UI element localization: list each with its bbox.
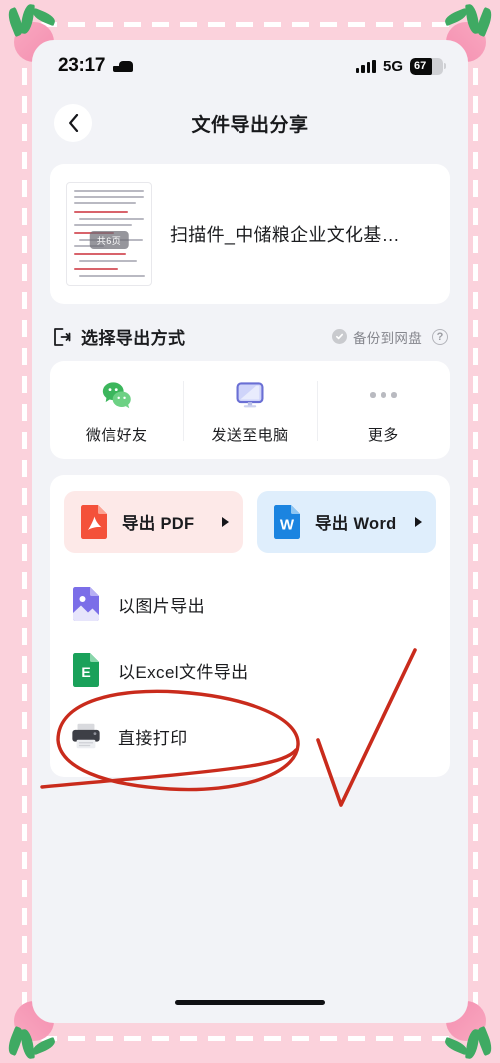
export-as-excel-label: 以Excel文件导出 — [118, 662, 249, 682]
file-name: 扫描件_中储粮企业文化基… — [170, 225, 400, 245]
frame-dashed-line-top — [40, 22, 460, 27]
navigation-bar: 文件导出分享 — [32, 92, 468, 154]
word-file-icon: W — [274, 505, 300, 539]
backup-to-cloud-toggle[interactable]: 备份到网盘 ? — [332, 327, 448, 347]
export-as-image-row[interactable]: 以图片导出 — [64, 571, 436, 637]
question-mark-icon[interactable]: ? — [432, 328, 448, 345]
frame-dashed-line-right — [473, 40, 478, 1023]
back-button[interactable] — [54, 104, 92, 142]
share-option-label: 更多 — [367, 427, 399, 444]
battery-level-label: 67 — [414, 60, 427, 72]
section-header: 选择导出方式 备份到网盘 ? — [52, 324, 448, 349]
triangle-right-icon — [222, 517, 229, 527]
export-word-label: 导出 Word — [315, 515, 397, 533]
print-directly-row[interactable]: 直接打印 — [64, 703, 436, 769]
page-count-badge: 共6页 — [89, 231, 129, 250]
section-title: 选择导出方式 — [81, 329, 186, 348]
signal-bars-icon — [355, 59, 376, 73]
export-word-button[interactable]: W 导出 Word — [257, 491, 436, 553]
status-bar-time: 23:17 — [58, 55, 106, 76]
printer-icon — [72, 723, 100, 749]
home-indicator — [175, 1000, 325, 1005]
export-as-excel-row[interactable]: E 以Excel文件导出 — [64, 637, 436, 703]
triangle-right-icon — [415, 517, 422, 527]
wechat-icon — [99, 377, 135, 413]
share-option-wechat[interactable]: 微信好友 — [50, 377, 183, 445]
backup-label: 备份到网盘 — [353, 330, 422, 346]
frame-dashed-line-bottom — [40, 1036, 460, 1041]
print-directly-label: 直接打印 — [118, 728, 188, 748]
phone-screen: 23:17 5G 67 文件导出分享 共6页 扫描件_中储粮企业文化基… 选择导… — [32, 40, 468, 1023]
status-bar: 23:17 5G 67 — [32, 40, 468, 92]
pdf-file-icon — [81, 505, 107, 539]
share-option-label: 发送至电脑 — [211, 427, 289, 444]
export-as-image-label: 以图片导出 — [118, 596, 205, 616]
page-title: 文件导出分享 — [191, 114, 309, 136]
bed-icon — [113, 60, 134, 72]
export-format-button-row: 导出 PDF W 导出 Word — [64, 491, 436, 553]
more-dots-icon — [365, 377, 401, 413]
check-circle-icon — [332, 329, 347, 344]
battery-icon: 67 — [410, 57, 443, 75]
file-card[interactable]: 共6页 扫描件_中储粮企业文化基… — [50, 164, 450, 304]
document-thumbnail: 共6页 — [66, 182, 152, 286]
image-file-icon — [73, 587, 99, 621]
chevron-left-icon — [68, 114, 78, 132]
share-option-label: 微信好友 — [85, 427, 148, 444]
export-pdf-button[interactable]: 导出 PDF — [64, 491, 243, 553]
export-pdf-label: 导出 PDF — [122, 515, 195, 533]
svg-text:W: W — [280, 517, 295, 534]
share-option-more[interactable]: 更多 — [316, 377, 450, 445]
frame-dashed-line-left — [22, 40, 27, 1023]
network-type-label: 5G — [382, 57, 403, 75]
export-options-card: 导出 PDF W 导出 Word 以图片导出 E 以Excel文件导出 直接打印 — [50, 475, 450, 777]
svg-text:E: E — [81, 664, 90, 680]
monitor-icon — [232, 377, 268, 413]
export-icon — [54, 327, 71, 346]
share-option-send-to-computer[interactable]: 发送至电脑 — [183, 377, 316, 445]
share-options-card: 微信好友 发送至电脑 更多 — [50, 361, 450, 459]
excel-file-icon: E — [73, 653, 99, 687]
